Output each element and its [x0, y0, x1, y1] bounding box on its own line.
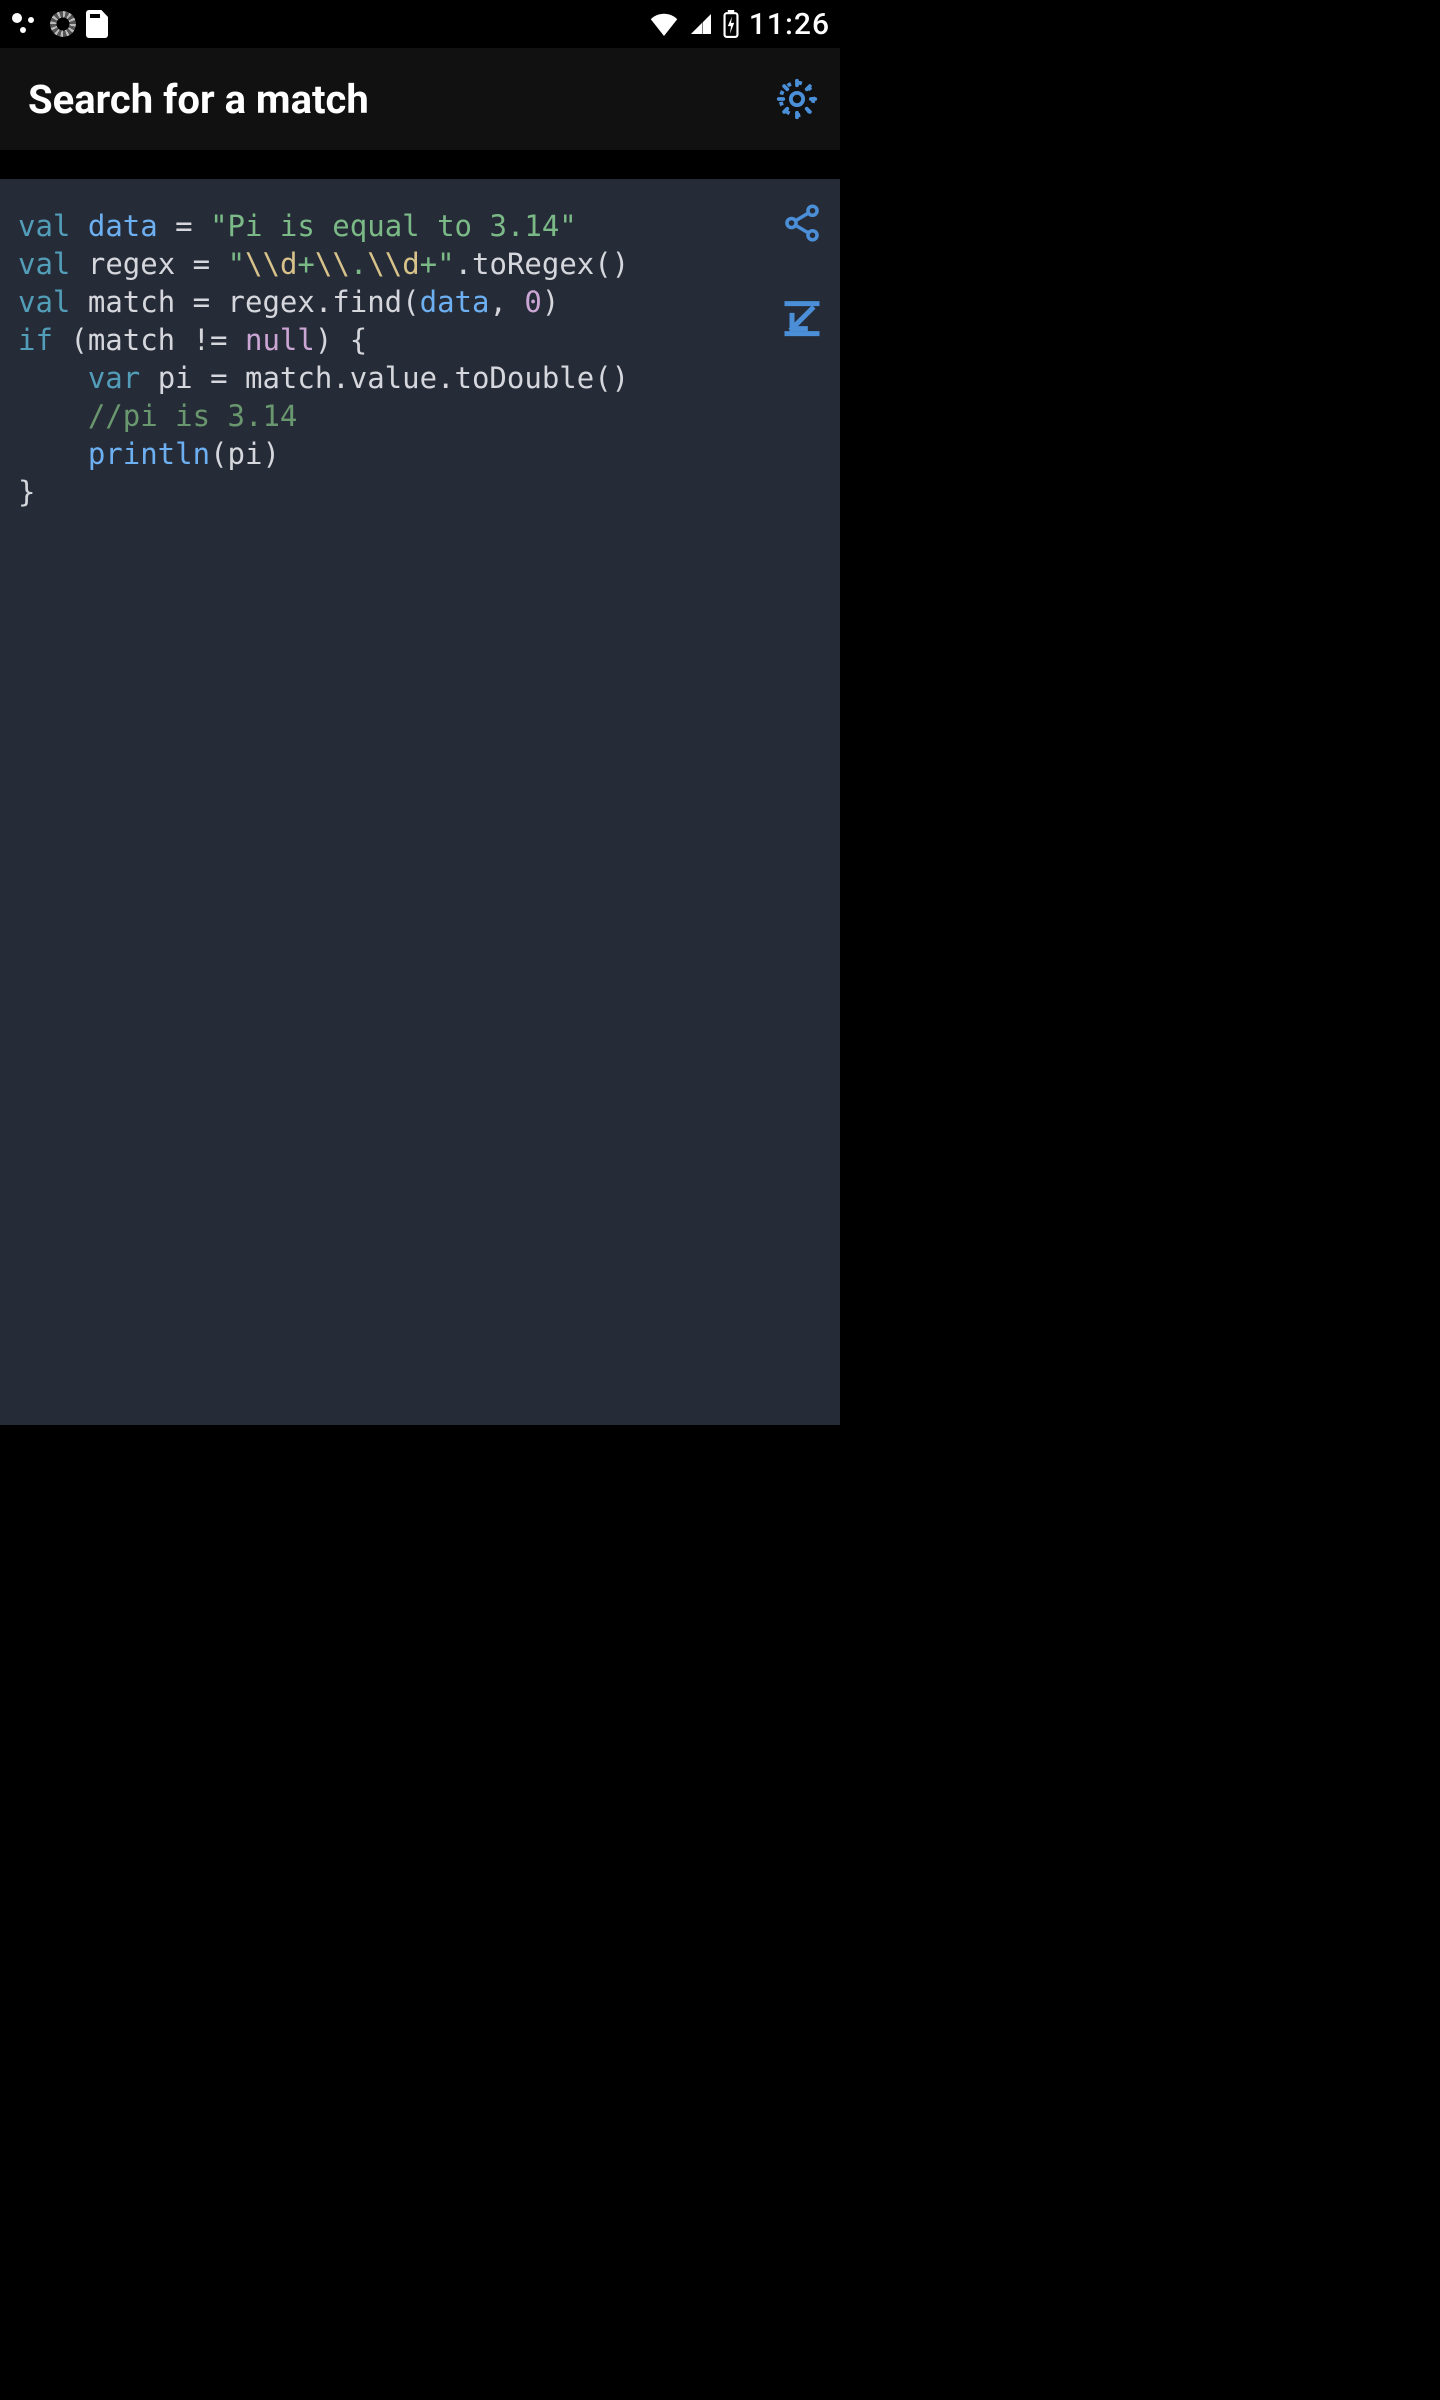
code-token — [18, 437, 88, 471]
code-token: = — [175, 247, 227, 281]
code-token: pi — [158, 361, 193, 395]
collapse-button[interactable] — [778, 293, 826, 341]
code-token: if — [18, 323, 53, 357]
cell-signal-icon — [689, 12, 713, 36]
code-token: = regex.find( — [175, 285, 419, 319]
code-token: ) { — [315, 323, 367, 357]
status-left — [10, 9, 108, 39]
status-right: 11:26 — [649, 7, 830, 42]
code-token — [70, 209, 87, 243]
divider — [0, 1425, 840, 1427]
page-title: Search for a match — [28, 76, 369, 123]
code-token: match — [88, 285, 175, 319]
code-token — [18, 361, 88, 395]
code-token: (pi) — [210, 437, 280, 471]
code-token: println — [88, 437, 210, 471]
battery-charging-icon — [723, 10, 739, 38]
code-token — [70, 247, 87, 281]
wifi-icon — [649, 12, 679, 36]
code-token: = match.value.toDouble() — [193, 361, 630, 395]
code-token: = — [158, 209, 210, 243]
status-bar: 11:26 — [0, 0, 840, 48]
code-token: val — [18, 247, 70, 281]
code-token: .toRegex() — [455, 247, 630, 281]
side-actions — [778, 199, 826, 341]
code-token: + — [297, 247, 314, 281]
code-token: \\ — [315, 247, 350, 281]
spinner-icon — [50, 11, 76, 37]
code-viewer: val data = "Pi is equal to 3.14" val reg… — [0, 179, 840, 1427]
code-token: data — [88, 209, 158, 243]
code-token: } — [18, 475, 35, 509]
code-token: (match != — [53, 323, 245, 357]
code-token: \\d — [367, 247, 419, 281]
code-token: null — [245, 323, 315, 357]
code-token: ) — [542, 285, 559, 319]
code-token: . — [350, 247, 367, 281]
code-token: \\d — [245, 247, 297, 281]
code-token: val — [18, 209, 70, 243]
code-token: var — [88, 361, 140, 395]
code-token: , — [489, 285, 524, 319]
code-token: val — [18, 285, 70, 319]
code-token: regex — [88, 247, 175, 281]
code-token: " — [228, 247, 245, 281]
settings-button[interactable] — [774, 76, 820, 122]
code-token: +" — [420, 247, 455, 281]
code-token: //pi is 3.14 — [88, 399, 298, 433]
sd-card-icon — [86, 10, 108, 38]
code-token — [70, 285, 87, 319]
status-clock: 11:26 — [749, 7, 830, 42]
code-token: data — [420, 285, 490, 319]
code-token — [18, 399, 88, 433]
code-block[interactable]: val data = "Pi is equal to 3.14" val reg… — [0, 179, 840, 539]
share-button[interactable] — [778, 199, 826, 247]
app-bar: Search for a match — [0, 48, 840, 150]
code-token: 0 — [524, 285, 541, 319]
code-token: "Pi is equal to 3.14" — [210, 209, 577, 243]
notification-dots-icon — [10, 9, 40, 39]
code-token — [140, 361, 157, 395]
